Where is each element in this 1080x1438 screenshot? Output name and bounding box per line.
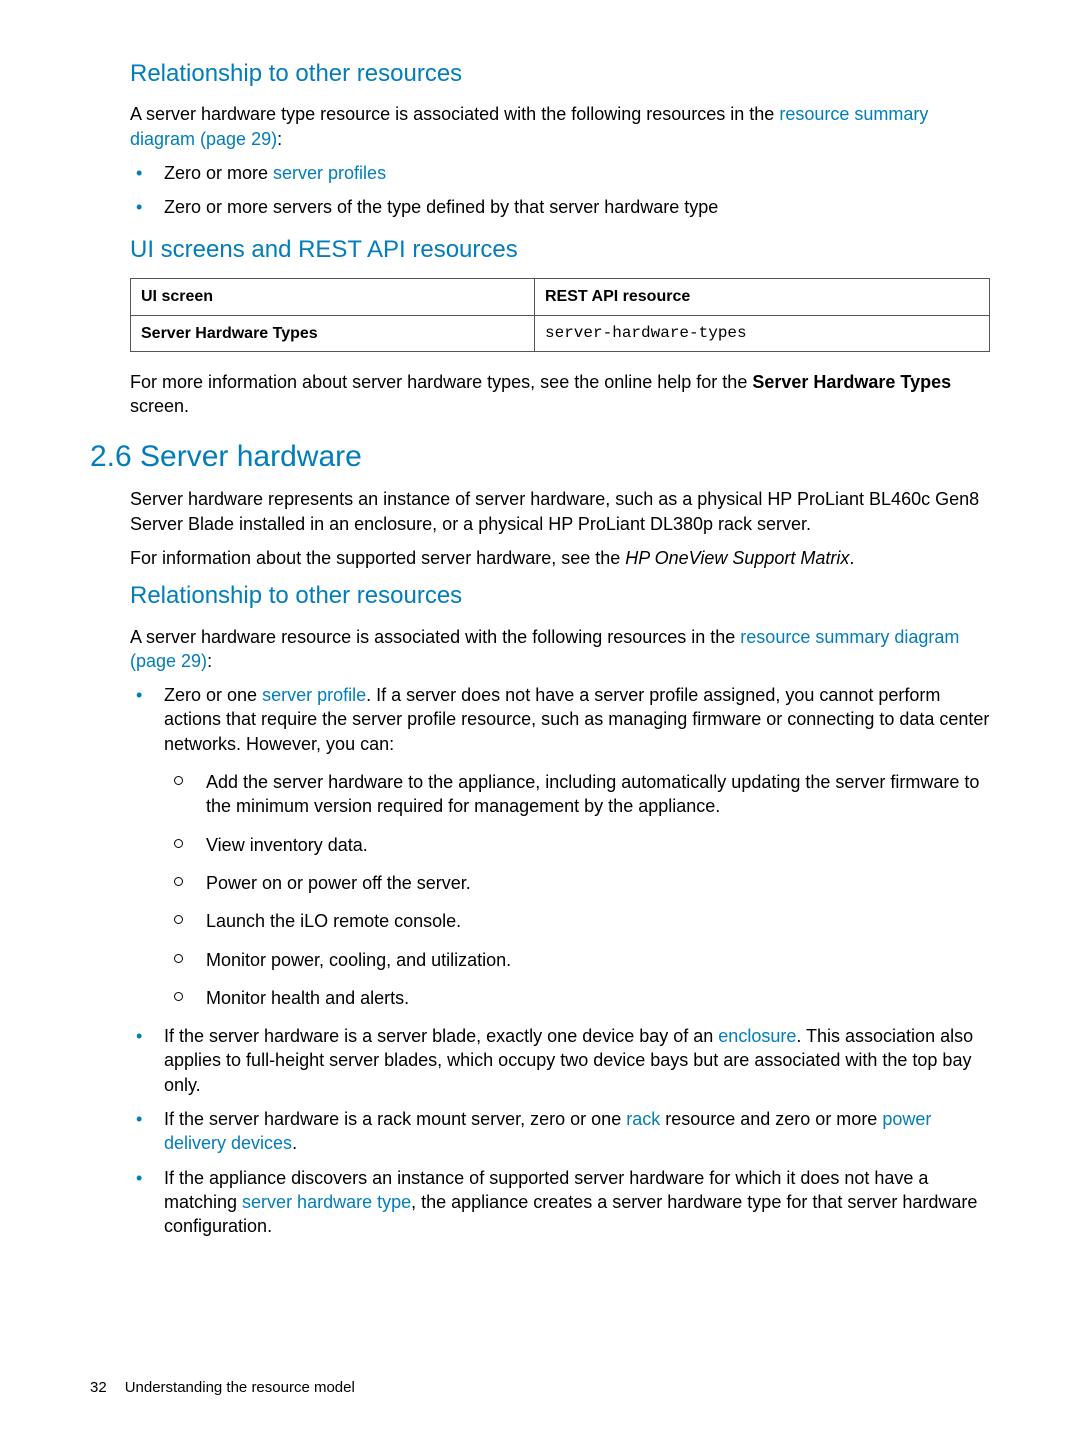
para-a-intro: A server hardware type resource is assoc… [130, 102, 990, 151]
td-rest-resource: server-hardware-types [535, 315, 990, 352]
link-server-hardware-type[interactable]: server hardware type [242, 1192, 411, 1212]
text: . [292, 1133, 297, 1153]
list-item: If the server hardware is a server blade… [130, 1024, 990, 1097]
text: : [277, 129, 282, 149]
para-d-intro: A server hardware resource is associated… [130, 625, 990, 674]
list-item: Zero or more servers of the type defined… [130, 195, 990, 219]
list-item: If the server hardware is a rack mount s… [130, 1107, 990, 1156]
text: . [849, 548, 854, 568]
td-ui-screen: Server Hardware Types [131, 315, 535, 352]
link-server-profile[interactable]: server profile [262, 685, 366, 705]
list-item: View inventory data. [164, 833, 990, 857]
bold-server-hardware-types: Server Hardware Types [752, 372, 951, 392]
link-rack[interactable]: rack [626, 1109, 660, 1129]
heading-ui-rest: UI screens and REST API resources [130, 234, 990, 266]
sub-list: Add the server hardware to the appliance… [164, 770, 990, 1010]
th-rest-resource: REST API resource [535, 278, 990, 315]
api-table: UI screen REST API resource Server Hardw… [130, 278, 990, 352]
bullet-list-a: Zero or more server profiles Zero or mor… [130, 161, 990, 220]
text: resource and zero or more [660, 1109, 882, 1129]
text: If the server hardware is a rack mount s… [164, 1109, 626, 1129]
list-item: Zero or more server profiles [130, 161, 990, 185]
text: A server hardware resource is associated… [130, 627, 740, 647]
link-server-profiles[interactable]: server profiles [273, 163, 386, 183]
text: For more information about server hardwa… [130, 372, 752, 392]
table-header-row: UI screen REST API resource [131, 278, 990, 315]
text: : [207, 651, 212, 671]
text: A server hardware type resource is assoc… [130, 104, 779, 124]
th-ui-screen: UI screen [131, 278, 535, 315]
list-item: Add the server hardware to the appliance… [164, 770, 990, 819]
text: Zero or more [164, 163, 273, 183]
page-footer: 32 Understanding the resource model [90, 1378, 355, 1398]
link-enclosure[interactable]: enclosure [718, 1026, 796, 1046]
list-item: If the appliance discovers an instance o… [130, 1166, 990, 1239]
page-number: 32 [90, 1379, 107, 1396]
heading-relationship-d: Relationship to other resources [130, 580, 990, 612]
text: If the server hardware is a server blade… [164, 1026, 718, 1046]
list-item: Monitor power, cooling, and utilization. [164, 948, 990, 972]
table-row: Server Hardware Types server-hardware-ty… [131, 315, 990, 352]
bullet-list-d: Zero or one server profile. If a server … [130, 683, 990, 1238]
para-b-after: For more information about server hardwa… [130, 370, 990, 419]
list-item: Monitor health and alerts. [164, 986, 990, 1010]
list-item: Launch the iLO remote console. [164, 909, 990, 933]
italic-support-matrix: HP OneView Support Matrix [625, 548, 849, 568]
text: screen. [130, 396, 189, 416]
heading-relationship-a: Relationship to other resources [130, 58, 990, 90]
para-c1: Server hardware represents an instance o… [130, 487, 990, 536]
list-item: Zero or one server profile. If a server … [130, 683, 990, 1010]
para-c2: For information about the supported serv… [130, 546, 990, 570]
footer-title: Understanding the resource model [125, 1379, 355, 1396]
text: Zero or one [164, 685, 262, 705]
list-item: Power on or power off the server. [164, 871, 990, 895]
text: For information about the supported serv… [130, 548, 625, 568]
heading-server-hardware: 2.6 Server hardware [90, 437, 990, 478]
